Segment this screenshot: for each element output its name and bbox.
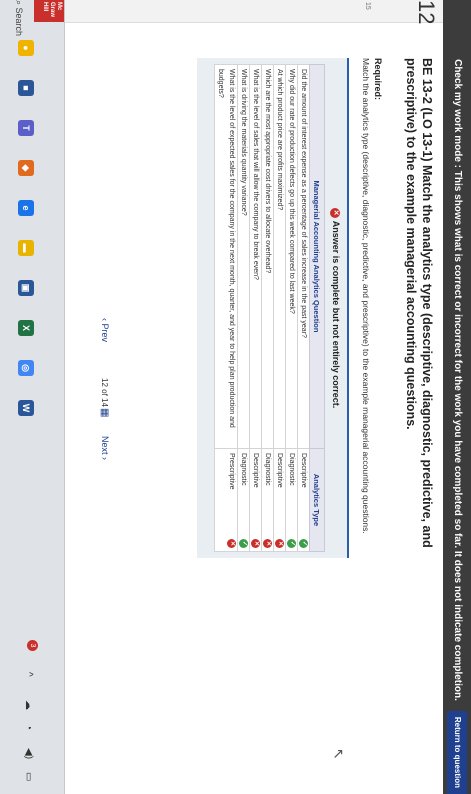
pagination: ‹ Prev 12 of 14 ▦ Next › — [91, 0, 113, 794]
answer-select[interactable]: Descriptive ✕ — [273, 448, 286, 552]
search-label: Search — [14, 7, 24, 37]
word-icon[interactable]: W — [18, 400, 34, 416]
check-icon: ✓ — [239, 539, 248, 548]
answer-select[interactable]: Descriptive ✓ — [297, 448, 310, 552]
answer-value: Diagnostic — [264, 452, 271, 486]
table-row: What is driving the materials quantity v… — [237, 64, 250, 552]
answer-select[interactable]: Diagnostic ✓ — [285, 448, 298, 552]
question-cell: Why did our rate of production defects g… — [285, 64, 298, 449]
question-cell: What is the level of sales that will all… — [249, 64, 262, 449]
chevron-up-icon[interactable]: ^ — [23, 672, 34, 677]
check-icon: ✓ — [299, 539, 308, 548]
current-page: 12 — [100, 378, 109, 387]
battery-icon[interactable]: ▭ — [23, 772, 34, 781]
required-text: Match the analytics type (descriptive, d… — [361, 58, 371, 534]
return-to-question-button[interactable]: Return to question — [447, 710, 467, 794]
chrome-icon[interactable]: ◎ — [18, 360, 34, 376]
prev-label: Prev — [100, 323, 110, 343]
answer-value: Diagnostic — [288, 452, 295, 486]
answer-value: Descriptive — [276, 452, 283, 488]
question-content: BE 13-2 (LO 13-1) Match the analytics ty… — [65, 58, 443, 778]
answer-table: Managerial Accounting Analytics Question… — [214, 64, 325, 552]
question-points: 15 — [364, 2, 371, 10]
question-cell: At which product price are profits maxim… — [273, 64, 286, 449]
taskbar: Mc Graw Hill ⌕ Search ● ■ T ◆ e ▬ ▣ X ◎ … — [0, 0, 65, 794]
col-type-header: Analytics Type — [309, 448, 325, 552]
taskbar-app-icon[interactable]: ■ — [18, 80, 34, 96]
cloud-icon[interactable]: ☁ — [23, 700, 34, 710]
table-row: What is the level of expected sales for … — [214, 64, 238, 552]
rotated-screen: Check my work mode : This shows what is … — [0, 0, 471, 794]
incorrect-icon: ✕ — [227, 539, 236, 548]
mouse-cursor-icon: ↖ — [331, 748, 347, 760]
table-row: What is the level of sales that will all… — [249, 64, 262, 552]
answer-value: Descriptive — [300, 452, 307, 488]
answer-status: ✕ Answer is complete but not entirely cor… — [330, 58, 341, 558]
grid-icon[interactable]: ▦ — [99, 408, 110, 417]
incorrect-icon: ✕ — [263, 539, 272, 548]
answer-select[interactable]: Prescriptive ✕ — [214, 448, 238, 552]
teams-icon[interactable]: T — [18, 120, 34, 136]
question-title: BE 13-2 (LO 13-1) Match the analytics ty… — [404, 58, 434, 548]
answer-select[interactable]: Diagnostic ✕ — [261, 448, 274, 552]
excel-icon[interactable]: X — [18, 320, 34, 336]
notification-count: 3 — [27, 640, 38, 651]
table-row: Which are the most appropriate cost driv… — [261, 64, 274, 552]
prev-button[interactable]: ‹ Prev — [100, 318, 110, 342]
mcgraw-hill-logo: Mc Graw Hill — [34, 0, 64, 22]
table-row: At which product price are profits maxim… — [273, 64, 286, 552]
volume-icon[interactable]: ◀) — [23, 748, 34, 759]
total-pages: 14 — [100, 398, 109, 407]
taskbar-app-icon[interactable]: ◆ — [18, 160, 34, 176]
answer-value: Diagnostic — [240, 452, 247, 486]
answer-select[interactable]: Descriptive ✕ — [249, 448, 262, 552]
question-cell: What is driving the materials quantity v… — [237, 64, 250, 449]
question-cell: What is the level of expected sales for … — [214, 64, 238, 449]
question-area: 12 15 BE 13-2 (LO 13-1) Match the analyt… — [65, 0, 443, 794]
edge-icon[interactable]: e — [18, 200, 34, 216]
screen: Check my work mode : This shows what is … — [0, 0, 471, 794]
page-position: 12 of 14 — [100, 378, 109, 407]
network-icon[interactable]: ◔ — [23, 724, 34, 730]
page-of: of — [100, 389, 109, 396]
answer-value: Descriptive — [252, 452, 259, 488]
banner-text: Check my work mode : This shows what is … — [452, 59, 463, 701]
question-cell: Did the amount of interest expense as a … — [297, 64, 310, 449]
incorrect-icon: ✕ — [275, 539, 284, 548]
store-icon[interactable]: ▣ — [18, 280, 34, 296]
table-header-row: Managerial Accounting Analytics Question… — [309, 64, 325, 552]
check-icon: ✓ — [287, 539, 296, 548]
next-button[interactable]: Next › — [100, 436, 110, 460]
answer-value: Prescriptive — [228, 452, 235, 490]
taskbar-search[interactable]: ⌕ Search — [13, 0, 24, 36]
answer-select[interactable]: Diagnostic ✓ — [237, 448, 250, 552]
col-question-header: Managerial Accounting Analytics Question — [309, 64, 325, 449]
question-number-column: 12 15 — [65, 0, 443, 24]
question-cell: Which are the most appropriate cost driv… — [261, 64, 274, 449]
next-label: Next — [100, 436, 110, 455]
check-mode-banner: Check my work mode : This shows what is … — [443, 0, 471, 794]
taskbar-app-icon[interactable]: ● — [18, 40, 34, 56]
answer-status-text: Answer is complete but not entirely corr… — [331, 220, 341, 409]
table-row: Did the amount of interest expense as a … — [297, 64, 310, 552]
question-number: 12 — [414, 0, 439, 25]
incorrect-icon: ✕ — [330, 207, 341, 218]
answer-panel: ✕ Answer is complete but not entirely cor… — [197, 58, 349, 558]
table-row: Why did our rate of production defects g… — [285, 64, 298, 552]
folder-icon[interactable]: ▬ — [18, 240, 34, 256]
incorrect-icon: ✕ — [251, 539, 260, 548]
required-label: Required: — [373, 58, 383, 101]
